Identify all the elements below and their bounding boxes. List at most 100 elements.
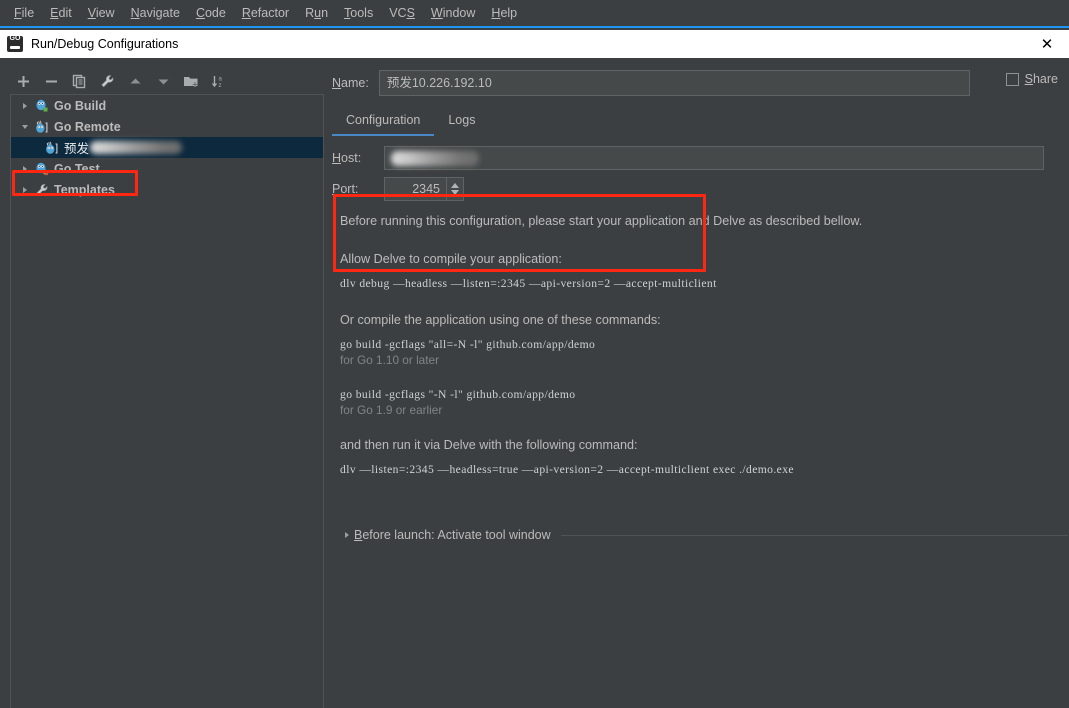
menu-item-vcs[interactable]: VCS — [381, 3, 423, 23]
port-spinner[interactable] — [446, 177, 463, 200]
instructions-intro: Before running this configuration, pleas… — [340, 214, 863, 228]
go-build-19-command: go build -gcflags "-N -l" github.com/app… — [340, 388, 576, 401]
port-row: Port: 2345 — [332, 173, 1069, 204]
tab-configuration[interactable]: Configuration — [332, 113, 435, 136]
share-checkbox[interactable] — [1005, 72, 1019, 86]
remove-configuration-button[interactable] — [38, 69, 64, 93]
chevron-right-icon[interactable] — [17, 102, 33, 110]
before-launch-text: efore launch: Activate tool window — [362, 528, 551, 542]
redacted-config-name — [90, 141, 183, 154]
before-launch-section[interactable]: Before launch: Activate tool window — [340, 528, 1068, 542]
menu-item-view[interactable]: View — [80, 3, 123, 23]
menu-item-code[interactable]: Code — [188, 3, 234, 23]
menu-mnemonic: S — [406, 6, 415, 20]
chevron-right-icon[interactable] — [340, 531, 354, 539]
menu-item-tools[interactable]: Tools — [336, 3, 381, 23]
name-label-text: ame: — [341, 76, 369, 90]
menu-item-file[interactable]: File — [6, 3, 42, 23]
menu-item-window[interactable]: Window — [423, 3, 483, 23]
tree-item-label: 预发 — [64, 142, 90, 156]
tree-item-label: Templates — [54, 182, 115, 197]
menu-label: ools — [350, 6, 374, 20]
spinner-up-icon[interactable] — [451, 182, 459, 188]
allow-delve-command: dlv debug —headless —listen=:2345 —api-v… — [340, 277, 717, 290]
menu-item-refactor[interactable]: Refactor — [234, 3, 297, 23]
go-test-icon — [33, 162, 51, 176]
menu-item-edit[interactable]: Edit — [42, 3, 80, 23]
chevron-right-icon[interactable] — [17, 186, 33, 194]
menu-mnemonic: R — [241, 6, 251, 20]
share-checkbox-row[interactable]: Share — [1005, 72, 1058, 86]
port-input[interactable]: 2345 — [385, 182, 446, 196]
configuration-editor-pane: Name: 预发10.226.192.10 Share Configuratio… — [332, 58, 1069, 708]
tree-item-templates[interactable]: Templates — [11, 179, 323, 200]
folder-add-icon[interactable] — [178, 69, 204, 93]
menu-item-run[interactable]: Run — [297, 3, 336, 23]
tab-logs[interactable]: Logs — [434, 113, 489, 136]
close-icon[interactable]: ✕ — [1025, 30, 1069, 58]
arrow-up-icon[interactable] — [122, 69, 148, 93]
name-label: Name: — [332, 76, 369, 90]
svg-text:z: z — [219, 83, 222, 89]
menu-label: R — [305, 6, 315, 20]
host-row: Host: — [332, 142, 1069, 173]
configurations-toolbar: a z — [10, 68, 320, 94]
host-input[interactable] — [384, 145, 1044, 170]
menu-mnemonic: W — [430, 6, 443, 20]
or-compile-heading: Or compile the application using one of … — [340, 313, 661, 327]
share-label: Share — [1025, 72, 1058, 86]
host-label-text: ost: — [341, 150, 362, 165]
go-110-note: for Go 1.10 or later — [340, 353, 440, 367]
menu-label: dit — [58, 6, 72, 20]
add-configuration-button[interactable] — [10, 69, 36, 93]
menu-label: iew — [95, 6, 115, 20]
tree-item-go-build[interactable]: Go Build — [11, 95, 323, 116]
svg-text:a: a — [219, 76, 223, 82]
redacted-host-value — [391, 150, 479, 166]
share-label-text: hare — [1032, 72, 1058, 86]
page-title: Run/Debug Configurations — [31, 37, 179, 51]
host-label: Host: — [332, 151, 378, 165]
menu-label: VC — [389, 6, 407, 20]
go-remote-icon — [33, 120, 51, 134]
port-stepper[interactable]: 2345 — [384, 176, 464, 201]
run-via-delve-heading: and then run it via Delve with the follo… — [340, 438, 638, 452]
arrow-down-icon[interactable] — [150, 69, 176, 93]
run-debug-configurations-dialog: a z Go Build Go Remote 预发 Go Test Templa… — [0, 58, 1069, 708]
name-mnemonic: N — [332, 76, 342, 90]
menu-item-help[interactable]: Help — [483, 3, 525, 23]
chevron-down-icon[interactable] — [17, 123, 33, 131]
allow-delve-heading: Allow Delve to compile your application: — [340, 252, 562, 266]
tree-item-remote-config[interactable]: 预发 — [11, 137, 323, 158]
menu-label: elp — [500, 6, 518, 20]
share-mnemonic: S — [1024, 72, 1033, 86]
name-row: Name: 预发10.226.192.10 — [332, 70, 1069, 96]
wrench-icon[interactable] — [94, 69, 120, 93]
menu-label: avigate — [139, 6, 180, 20]
name-input[interactable]: 预发10.226.192.10 — [378, 70, 970, 96]
menu-mnemonic: E — [50, 6, 59, 20]
configurations-tree[interactable]: Go Build Go Remote 预发 Go Test Templates — [10, 94, 324, 708]
dialog-title-bar: Run/Debug Configurations ✕ — [0, 30, 1069, 58]
go-build-110-command: go build -gcflags "all=-N -l" github.com… — [340, 338, 596, 351]
run-via-delve-command: dlv —listen=:2345 —headless=true —api-ve… — [340, 463, 794, 476]
before-launch-label: Before launch: Activate tool window — [354, 528, 551, 542]
editor-tabs: Configuration Logs — [332, 108, 1069, 136]
menu-mnemonic: C — [195, 6, 205, 20]
menu-label: ode — [204, 6, 226, 20]
spinner-down-icon[interactable] — [451, 189, 459, 195]
menu-label: ile — [21, 6, 35, 20]
menu-item-navigate[interactable]: Navigate — [123, 3, 188, 23]
tree-item-go-test[interactable]: Go Test — [11, 158, 323, 179]
chevron-right-icon[interactable] — [17, 165, 33, 173]
tree-item-go-remote[interactable]: Go Remote — [11, 116, 323, 137]
wrench-icon — [33, 183, 51, 197]
menu-label: efactor — [250, 6, 290, 20]
sort-az-icon[interactable]: a z — [206, 69, 232, 93]
menu-mnemonic: N — [130, 6, 140, 20]
copy-configuration-button[interactable] — [66, 69, 92, 93]
go-remote-icon — [43, 141, 61, 155]
tree-item-label: Go Test — [54, 161, 100, 176]
delve-instructions: Before running this configuration, pleas… — [340, 214, 1060, 478]
menu-mnemonic: F — [14, 6, 22, 20]
